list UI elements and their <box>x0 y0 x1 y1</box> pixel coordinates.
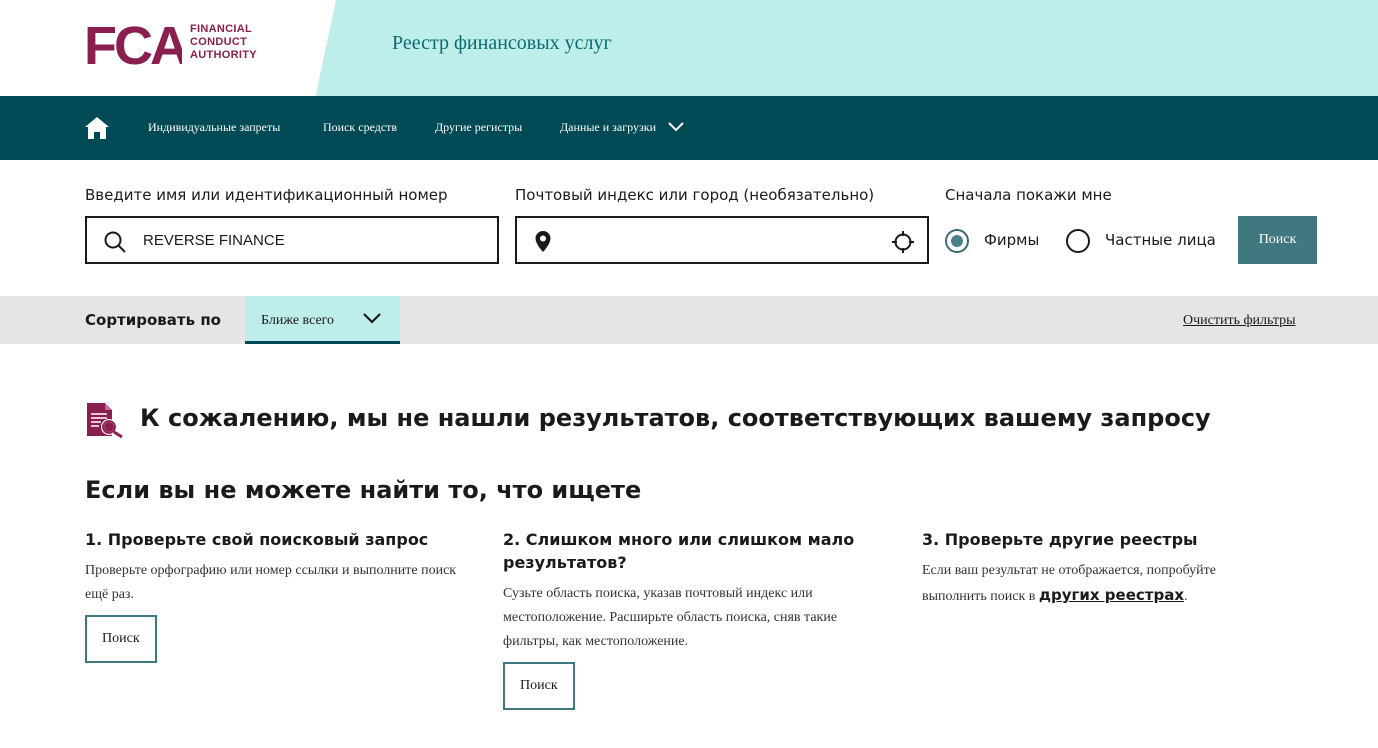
logo-line: FINANCIAL <box>190 22 252 35</box>
logo-wordmark: FINANCIAL CONDUCT AUTHORITY <box>190 23 257 62</box>
name-field-label: Введите имя или идентификационный номер <box>85 186 448 204</box>
clear-filters-link[interactable]: Очистить фильтры <box>1183 313 1296 329</box>
fca-logo-mark: FCA <box>84 16 182 70</box>
radio-firms[interactable] <box>945 229 969 253</box>
name-search-input[interactable]: REVERSE FINANCE <box>85 216 499 264</box>
nav-item-funds-search[interactable]: Поиск средств <box>323 120 397 135</box>
home-icon[interactable] <box>84 116 110 140</box>
search-again-button[interactable]: Поиск <box>85 615 157 663</box>
radio-individuals-label[interactable]: Частные лица <box>1105 231 1216 249</box>
map-pin-icon <box>535 231 551 252</box>
show-first-label: Сначала покажи мне <box>945 186 1112 204</box>
search-button[interactable]: Поиск <box>1238 216 1317 264</box>
site-title[interactable]: Реестр финансовых услуг <box>392 32 612 55</box>
radio-individuals[interactable] <box>1066 229 1090 253</box>
nav-item-label: Индивидуальные запреты <box>148 120 281 134</box>
nav-item-data-downloads[interactable]: Данные и загрузки <box>560 120 685 135</box>
help-column-title: 1. Проверьте свой поисковый запрос <box>85 530 429 549</box>
help-title: Если вы не можете найти то, что ищете <box>85 476 642 504</box>
help-column-other-registers: 3. Проверьте другие реестры Если ваш рез… <box>922 528 1302 609</box>
site-header: FCA FINANCIAL CONDUCT AUTHORITY Реестр ф… <box>0 0 1378 96</box>
help-column-title: 2. Слишком много или слишком мало резуль… <box>503 530 855 572</box>
no-results-title: К сожалению, мы не нашли результатов, со… <box>140 404 1211 432</box>
help-column-text: Сузьте область поиска, указав почтовый и… <box>503 586 838 649</box>
chevron-down-icon <box>363 313 381 324</box>
chevron-down-icon <box>668 122 684 132</box>
help-column-text: Проверьте орфографию или номер ссылки и … <box>85 563 457 602</box>
svg-text:FCA: FCA <box>84 16 182 70</box>
fca-logo[interactable]: FCA FINANCIAL CONDUCT AUTHORITY <box>84 14 257 70</box>
nav-item-label: Данные и загрузки <box>560 120 656 134</box>
search-refine-button[interactable]: Поиск <box>503 662 575 710</box>
logo-line: AUTHORITY <box>190 48 257 61</box>
name-search-value: REVERSE FINANCE <box>143 232 285 249</box>
logo-line: CONDUCT <box>190 35 248 48</box>
nav-item-label: Поиск средств <box>323 120 398 134</box>
nav-item-individual-bans[interactable]: Индивидуальные запреты <box>148 120 280 135</box>
help-column-text-end: . <box>1184 589 1188 604</box>
help-column-too-many-few: 2. Слишком много или слишком мало резуль… <box>503 528 893 710</box>
help-column-text-wrap: Если ваш результат не отображается, попр… <box>922 559 1262 609</box>
help-column-title: 3. Проверьте другие реестры <box>922 530 1198 549</box>
crosshair-icon[interactable] <box>891 230 915 254</box>
search-icon <box>104 231 126 253</box>
sort-select[interactable]: Ближе всего <box>245 296 400 344</box>
nav-item-other-registers[interactable]: Другие регистры <box>435 120 522 135</box>
main-nav: Индивидуальные запреты Поиск средств Дру… <box>0 96 1378 160</box>
other-registers-link[interactable]: других реестрах <box>1039 586 1184 604</box>
sort-label: Сортировать по <box>85 311 221 329</box>
help-column-check-query: 1. Проверьте свой поисковый запрос Прове… <box>85 528 475 663</box>
location-field-label: Почтовый индекс или город (необязательно… <box>515 186 875 204</box>
location-input[interactable] <box>515 216 929 264</box>
sort-bar: Сортировать по Ближе всего Очистить филь… <box>0 296 1378 344</box>
sort-selected-value: Ближе всего <box>261 313 335 328</box>
nav-item-label: Другие регистры <box>435 120 523 134</box>
radio-firms-label[interactable]: Фирмы <box>984 231 1039 249</box>
document-search-icon <box>87 403 123 438</box>
